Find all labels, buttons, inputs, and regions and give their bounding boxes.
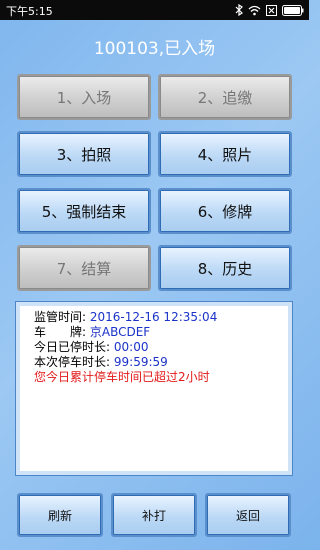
wifi-icon bbox=[248, 5, 261, 15]
status-time: 下午5:15 bbox=[6, 5, 53, 18]
status-icons bbox=[235, 3, 304, 17]
parking-info-panel: 监管时间: 2016-12-16 12:35:04 车 牌: 京ABCDEF 今… bbox=[15, 301, 293, 476]
plate-row: 车 牌: 京ABCDEF bbox=[34, 325, 288, 340]
battery-icon bbox=[282, 4, 304, 16]
today-duration-value: 00:00 bbox=[113, 340, 149, 354]
supervise-time-value: 2016-12-16 12:35:04 bbox=[89, 310, 218, 324]
refresh-button[interactable]: 刷新 bbox=[17, 493, 103, 537]
settle-button[interactable]: 7、结算 bbox=[17, 245, 151, 291]
take-photo-button[interactable]: 3、拍照 bbox=[17, 131, 151, 177]
checkin-button[interactable]: 1、入场 bbox=[17, 74, 151, 120]
current-duration-row: 本次停车时长: 99:59:59 bbox=[34, 355, 288, 370]
bluetooth-icon bbox=[235, 4, 243, 16]
plate-value: 京ABCDEF bbox=[89, 325, 151, 339]
view-photos-button[interactable]: 4、照片 bbox=[158, 131, 292, 177]
sim-off-icon bbox=[266, 4, 277, 16]
reprint-button[interactable]: 补打 bbox=[111, 493, 197, 537]
fix-plate-button[interactable]: 6、修牌 bbox=[158, 188, 292, 234]
current-duration-value: 99:59:59 bbox=[113, 355, 168, 369]
today-duration-label: 今日已停时长: bbox=[34, 340, 111, 354]
current-duration-label: 本次停车时长: bbox=[34, 355, 111, 369]
back-button[interactable]: 返回 bbox=[205, 493, 291, 537]
force-end-button[interactable]: 5、强制结束 bbox=[17, 188, 151, 234]
recover-payment-button[interactable]: 2、追缴 bbox=[158, 74, 292, 120]
status-bar: 下午5:15 bbox=[0, 0, 309, 20]
supervise-time-row: 监管时间: 2016-12-16 12:35:04 bbox=[34, 310, 288, 325]
history-button[interactable]: 8、历史 bbox=[158, 245, 292, 291]
supervise-time-label: 监管时间: bbox=[34, 310, 87, 324]
warning-text: 您今日累计停车时间已超过2小时 bbox=[34, 370, 210, 384]
page-title: 100103,已入场 bbox=[93, 39, 216, 59]
today-duration-row: 今日已停时长: 00:00 bbox=[34, 340, 288, 355]
plate-label: 车 牌: bbox=[34, 325, 87, 339]
